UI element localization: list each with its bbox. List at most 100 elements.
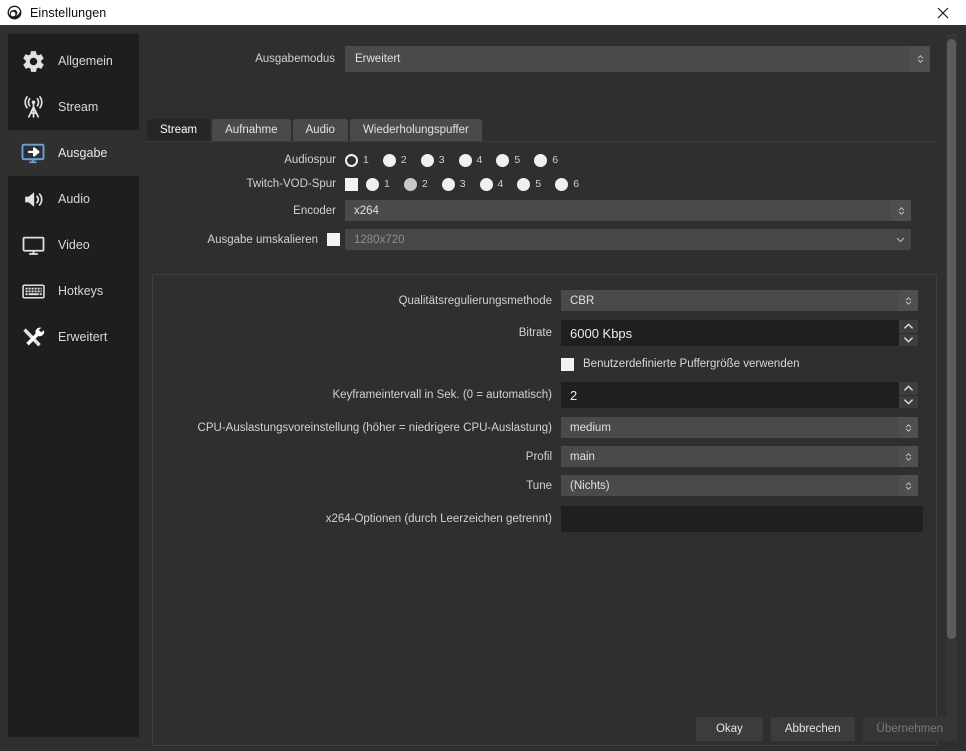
twitch-vod-num-1: 1 [384, 178, 390, 190]
keyboard-icon [16, 276, 50, 306]
tab-audio[interactable]: Audio [292, 119, 348, 141]
profile-select[interactable]: main [561, 446, 918, 467]
twitch-vod-checkbox[interactable] [345, 177, 358, 191]
output-monitor-icon [16, 138, 50, 168]
sidebar-item-stream[interactable]: Stream [8, 84, 139, 130]
custom-buffer-row: Benutzerdefinierte Puffergröße verwenden [153, 353, 936, 375]
sidebar-item-label: Allgemein [58, 54, 113, 68]
keyframe-interval-input[interactable]: 2 [561, 382, 918, 408]
twitch-vod-radio-4[interactable] [479, 177, 493, 191]
sidebar-item-hotkeys[interactable]: Hotkeys [8, 268, 139, 314]
sidebar-item-ausgabe[interactable]: Ausgabe [8, 130, 139, 176]
tab-aufnahme[interactable]: Aufnahme [212, 119, 291, 141]
cpu-preset-value: medium [570, 421, 611, 434]
twitch-vod-num-6: 6 [573, 178, 580, 190]
rescale-resolution-select: 1280x720 [345, 229, 911, 250]
obs-logo-icon [6, 5, 22, 21]
stepper-up-icon[interactable] [899, 320, 918, 334]
twitch-vod-num-4: 4 [497, 178, 504, 190]
scrollbar-thumb[interactable] [947, 39, 956, 639]
tab-stream[interactable]: Stream [147, 119, 211, 141]
keyframe-interval-stepper[interactable] [899, 382, 918, 408]
audio-track-label: Audiospur [284, 154, 336, 166]
audio-track-radio-3[interactable] [420, 153, 434, 167]
sidebar-item-label: Ausgabe [58, 146, 108, 160]
tab-wiederholungspuffer[interactable]: Wiederholungspuffer [349, 119, 482, 141]
x264-options-row: x264-Optionen (durch Leerzeichen getrenn… [153, 506, 936, 532]
output-mode-select[interactable]: Erweitert [345, 46, 930, 72]
stepper-down-icon[interactable] [899, 333, 918, 346]
encoder-settings-group: Qualitätsregulierungsmethode CBR Bitrate [152, 274, 937, 746]
audio-track-num-2: 2 [400, 154, 407, 166]
tab-underline [147, 141, 937, 142]
twitch-vod-radio-6[interactable] [555, 177, 569, 191]
sidebar-item-erweitert[interactable]: Erweitert [8, 314, 139, 360]
gear-icon [16, 46, 50, 76]
audio-track-radio-6[interactable] [534, 153, 548, 167]
audio-track-num-5: 5 [514, 154, 521, 166]
bitrate-stepper[interactable] [899, 320, 918, 346]
twitch-vod-radio-3[interactable] [441, 177, 455, 191]
content-scrollbar[interactable] [946, 34, 957, 724]
audio-track-radio-4[interactable] [458, 153, 472, 167]
x264-options-input[interactable] [561, 506, 923, 532]
sidebar-item-video[interactable]: Video [8, 222, 139, 268]
dialog-buttons: Okay Abbrechen Übernehmen [695, 717, 957, 741]
spinner-arrows-icon[interactable] [910, 46, 930, 72]
audio-track-num-4: 4 [476, 154, 483, 166]
spinner-arrows-icon[interactable] [899, 446, 918, 467]
spinner-arrows-icon[interactable] [899, 475, 918, 496]
window-title: Einstellungen [30, 5, 107, 20]
cpu-preset-label: CPU-Auslastungsvoreinstellung (höher = n… [197, 421, 552, 434]
encoder-label: Encoder [293, 204, 336, 217]
dialog-body: Allgemein Stream Ausgabe Audio Video Hot… [0, 25, 966, 751]
output-tabs: Stream Aufnahme Audio Wiederholungspuffe… [147, 118, 937, 141]
audio-track-row: Audiospur 1 2 3 4 5 6 [147, 149, 937, 171]
profile-row: Profil main [153, 446, 936, 467]
audio-track-radio-2[interactable] [382, 153, 396, 167]
rescale-output-checkbox[interactable] [327, 233, 340, 246]
rate-control-select[interactable]: CBR [561, 290, 918, 311]
sidebar-item-allgemein[interactable]: Allgemein [8, 38, 139, 84]
tune-value: (Nichts) [570, 479, 610, 492]
encoder-value: x264 [354, 204, 379, 217]
output-mode-label: Ausgabemodus [255, 53, 335, 65]
stepper-down-icon[interactable] [899, 395, 918, 408]
title-bar: Einstellungen [0, 0, 966, 25]
keyframe-interval-label: Keyframeintervall in Sek. (0 = automatis… [332, 389, 552, 401]
twitch-vod-radio-1[interactable] [366, 177, 379, 191]
bitrate-row: Bitrate 6000 Kbps [153, 320, 936, 346]
spinner-arrows-icon[interactable] [891, 200, 911, 221]
custom-buffer-checkbox[interactable] [561, 357, 574, 371]
profile-label: Profil [525, 450, 552, 463]
spinner-arrows-icon[interactable] [899, 290, 918, 311]
twitch-vod-radio-2[interactable] [403, 177, 417, 191]
encoder-select[interactable]: x264 [345, 200, 911, 221]
close-button[interactable] [920, 0, 966, 25]
monitor-icon [16, 230, 50, 260]
twitch-vod-radio-5[interactable] [517, 177, 531, 191]
rescale-output-label: Ausgabe umskalieren [207, 233, 318, 246]
audio-track-radio-1[interactable] [345, 153, 358, 167]
audio-track-radio-5[interactable] [496, 153, 510, 167]
twitch-vod-num-5: 5 [535, 178, 542, 190]
apply-button: Übernehmen [862, 717, 957, 741]
twitch-vod-num-3: 3 [459, 178, 466, 190]
output-mode-value: Erweitert [355, 53, 401, 65]
twitch-vod-track-row: Twitch-VOD-Spur 1 2 3 4 5 6 [147, 173, 937, 195]
custom-buffer-toggle[interactable]: Benutzerdefinierte Puffergröße verwenden [561, 353, 800, 375]
audio-track-num-3: 3 [438, 154, 445, 166]
cancel-button[interactable]: Abbrechen [770, 717, 855, 741]
rescale-resolution-value: 1280x720 [354, 233, 405, 246]
cpu-preset-select[interactable]: medium [561, 417, 918, 438]
sidebar-item-audio[interactable]: Audio [8, 176, 139, 222]
bitrate-input[interactable]: 6000 Kbps [561, 320, 918, 346]
ok-button[interactable]: Okay [695, 717, 763, 741]
stepper-up-icon[interactable] [899, 382, 918, 396]
spinner-arrows-icon[interactable] [899, 417, 918, 438]
stream-tab-panel: Audiospur 1 2 3 4 5 6 Twitch-VOD-Spur 1 … [147, 149, 937, 746]
chevron-down-icon [896, 229, 905, 250]
tune-select[interactable]: (Nichts) [561, 475, 918, 496]
tune-row: Tune (Nichts) [153, 475, 936, 496]
output-mode-row: Ausgabemodus Erweitert [147, 46, 937, 72]
